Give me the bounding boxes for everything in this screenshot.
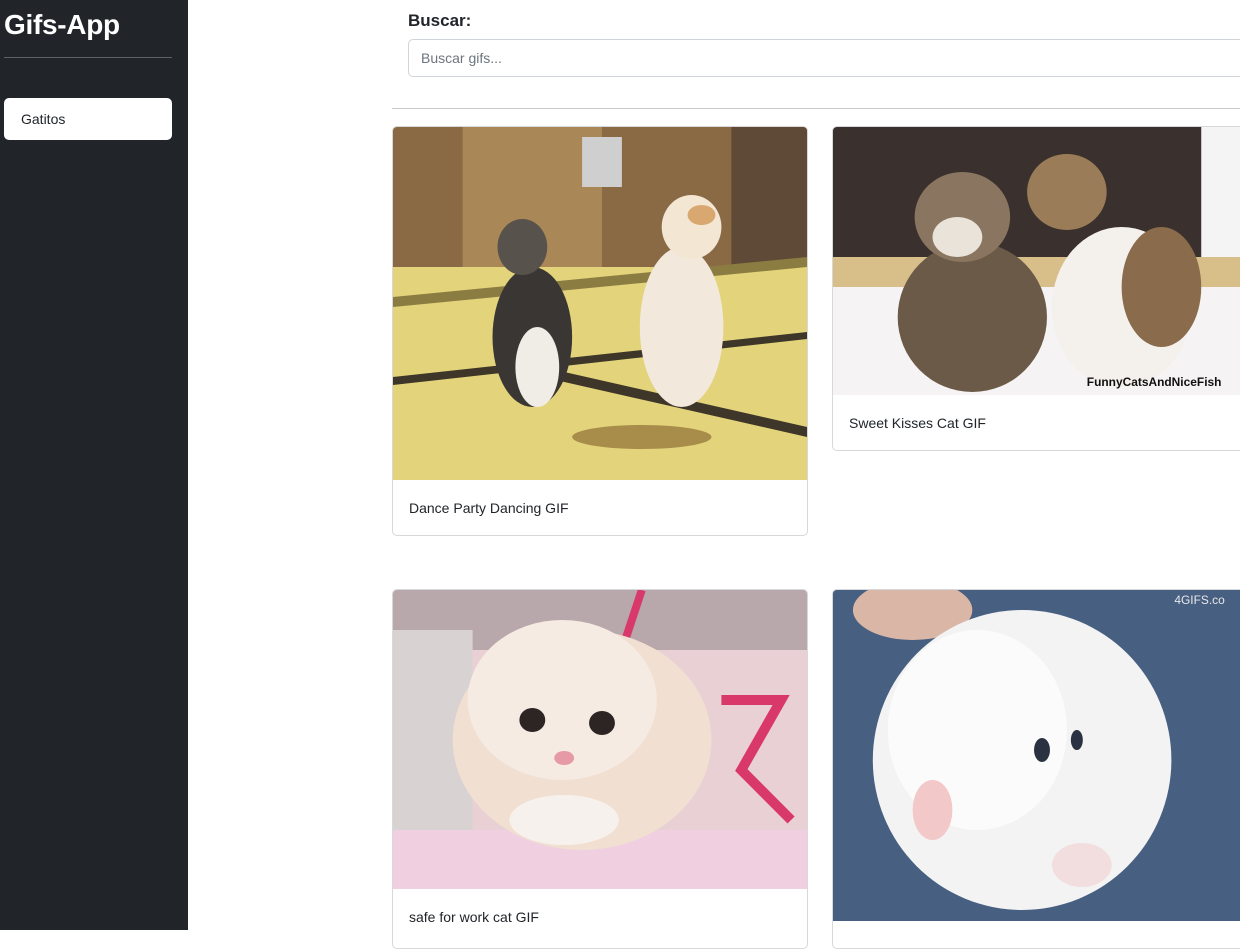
gif-image[interactable]: FunnyCatsAndNiceFish (833, 127, 1240, 395)
gif-title: Sweet Kisses Cat GIF (849, 415, 986, 431)
gif-image[interactable]: 4GIFS.co (833, 590, 1240, 921)
search-label: Buscar: (408, 11, 472, 30)
gif-card: safe for work cat GIF (392, 589, 808, 949)
results-divider (392, 108, 1240, 109)
gif-card: Dance Party Dancing GIF (392, 126, 808, 536)
gif-image[interactable] (393, 127, 807, 480)
gif-card: 4GIFS.co (832, 589, 1240, 949)
sidebar: Gifs-App Gatitos (0, 0, 188, 930)
sidebar-divider (4, 57, 172, 58)
gif-watermark: FunnyCatsAndNiceFish (1087, 375, 1222, 389)
gif-card: FunnyCatsAndNiceFish Sweet Kisses Cat GI… (832, 126, 1240, 451)
gif-image[interactable] (393, 590, 807, 889)
search-input[interactable] (408, 39, 1240, 77)
sidebar-item-gatitos[interactable]: Gatitos (4, 98, 172, 140)
gif-title: safe for work cat GIF (409, 909, 539, 925)
gif-title: Dance Party Dancing GIF (409, 500, 569, 516)
app-title: Gifs-App (4, 9, 120, 40)
gif-watermark: 4GIFS.co (1174, 593, 1225, 607)
